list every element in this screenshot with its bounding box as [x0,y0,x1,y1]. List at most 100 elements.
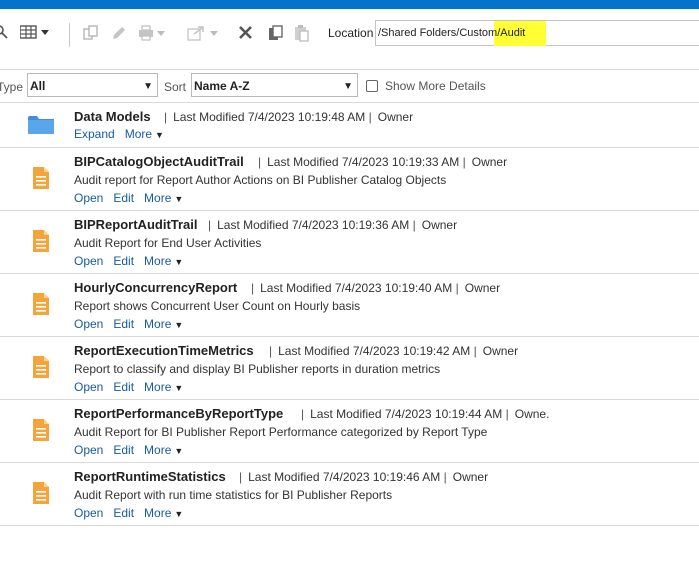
folder-meta: | Last Modified 7/4/2023 10:19:48 AM | Own… [164,110,413,124]
owner-label: Owner [421,218,458,232]
report-description: Report shows Concurrent User Count on Ho… [74,299,361,313]
open-link[interactable]: Open [74,254,103,268]
report-title[interactable]: HourlyConcurrencyReport [74,280,237,295]
more-link[interactable]: More [144,317,171,331]
chevron-down-icon: ▼ [343,81,353,92]
report-actions: Open Edit More ▼ [74,317,183,331]
edit-pencil-icon[interactable] [111,25,127,41]
caret-down-icon[interactable]: ▼ [174,446,183,456]
owner-label: Owner [452,470,489,484]
report-title[interactable]: ReportRuntimeStatistics [74,469,226,484]
open-link[interactable]: Open [74,506,103,520]
edit-link[interactable]: Edit [113,254,134,268]
type-label: Type [0,80,24,94]
modified-value: 7/4/2023 10:19:36 AM [291,218,410,232]
location-current-folder: Audit [500,27,526,39]
report-document-icon[interactable] [33,356,49,381]
open-link[interactable]: Open [74,443,103,457]
report-meta: | Last Modified 7/4/2023 10:19:36 AM | Own… [208,218,457,232]
folder-actions: Expand More ▼ [74,127,164,141]
list-item-report: ReportPerformanceByReportType | Last Modif… [0,400,699,462]
report-meta: | Last Modified 7/4/2023 10:19:46 AM | Own… [239,470,488,484]
owner-label: Owne. [514,407,550,421]
report-actions: Open Edit More ▼ [74,443,183,457]
divider [0,525,699,526]
report-actions: Open Edit More ▼ [74,191,183,205]
report-document-icon[interactable] [33,419,49,444]
edit-link[interactable]: Edit [113,380,134,394]
more-link[interactable]: More [125,127,152,141]
report-document-icon[interactable] [33,482,49,507]
more-link[interactable]: More [144,380,171,394]
caret-down-icon[interactable]: ▼ [155,130,164,140]
edit-link[interactable]: Edit [113,317,134,331]
show-more-details-label: Show More Details [385,79,486,93]
delete-icon[interactable] [238,25,253,40]
report-meta: | Last Modified 7/4/2023 10:19:40 AM | Own… [251,281,500,295]
caret-down-icon[interactable]: ▼ [174,509,183,519]
caret-down-icon[interactable]: ▼ [174,383,183,393]
list-item-report: BIPReportAuditTrail | Last Modified 7/4/20… [0,211,699,273]
more-link[interactable]: More [144,254,171,268]
type-select-value: All [30,79,46,93]
report-document-icon[interactable] [33,167,49,192]
folder-icon[interactable] [28,114,54,138]
sort-select[interactable]: Name A-Z ▼ [191,73,358,97]
modified-label: Last Modified [173,110,245,124]
caret-down-icon[interactable]: ▼ [174,257,183,267]
view-grid-icon[interactable] [20,25,50,39]
folder-title[interactable]: Data Models [74,109,151,124]
pipe-separator: | [462,155,466,169]
report-actions: Open Edit More ▼ [74,380,183,394]
open-link[interactable]: Open [74,380,103,394]
more-link[interactable]: More [144,506,171,520]
print-icon[interactable] [138,25,166,41]
chevron-down-icon: ▼ [143,81,153,92]
open-link[interactable]: Open [74,191,103,205]
list-item-folder: Data Models | Last Modified 7/4/2023 10:1… [0,103,699,147]
owner-label: Owner [377,110,414,124]
owner-label: Owner [471,155,508,169]
report-title[interactable]: BIPReportAuditTrail [74,217,198,232]
location-field[interactable]: /Shared Folders/Custom/Audit [375,20,699,46]
expand-link[interactable]: Expand [74,127,115,141]
more-link[interactable]: More [144,191,171,205]
toolbar-separator [69,23,70,47]
list-item-report: HourlyConcurrencyReport | Last Modified 7/… [0,274,699,336]
open-link[interactable]: Open [74,317,103,331]
modified-label: Last Modified [267,155,339,169]
paste-icon[interactable] [294,25,309,42]
edit-link[interactable]: Edit [113,506,134,520]
location-parent-path: /Shared Folders/Custom/ [378,27,501,39]
report-title[interactable]: BIPCatalogObjectAuditTrail [74,154,244,169]
share-icon[interactable] [187,25,221,41]
copy-icon[interactable] [268,25,283,41]
report-actions: Open Edit More ▼ [74,254,183,268]
pipe-separator: | [164,110,168,124]
report-document-icon[interactable] [33,230,49,255]
more-link[interactable]: More [144,443,171,457]
pipe-separator: | [208,218,212,232]
modified-label: Last Modified [260,281,332,295]
pipe-separator: | [301,407,305,421]
caret-down-icon[interactable]: ▼ [174,320,183,330]
modified-value: 7/4/2023 10:19:42 AM [352,344,471,358]
show-more-details-checkbox[interactable] [366,80,378,92]
caret-down-icon[interactable]: ▼ [174,194,183,204]
search-icon[interactable] [0,25,8,39]
report-meta: | Last Modified 7/4/2023 10:19:44 AM | Own… [301,407,549,421]
copy-object-icon[interactable] [83,25,99,41]
type-select[interactable]: All ▼ [27,73,158,97]
modified-value: 7/4/2023 10:19:33 AM [341,155,460,169]
report-title[interactable]: ReportPerformanceByReportType [74,406,283,421]
report-title[interactable]: ReportExecutionTimeMetrics [74,343,254,358]
edit-link[interactable]: Edit [113,443,134,457]
edit-link[interactable]: Edit [113,191,134,205]
report-description: Audit report for Report Author Actions o… [74,173,447,187]
pipe-separator: | [269,344,273,358]
report-document-icon[interactable] [33,293,49,318]
catalog-toolbar: Location /Shared Folders/Custom/Audit [0,9,699,57]
pipe-separator: | [455,281,459,295]
modified-value: 7/4/2023 10:19:46 AM [322,470,441,484]
location-path: /Shared Folders/Custom/Audit [378,27,525,39]
